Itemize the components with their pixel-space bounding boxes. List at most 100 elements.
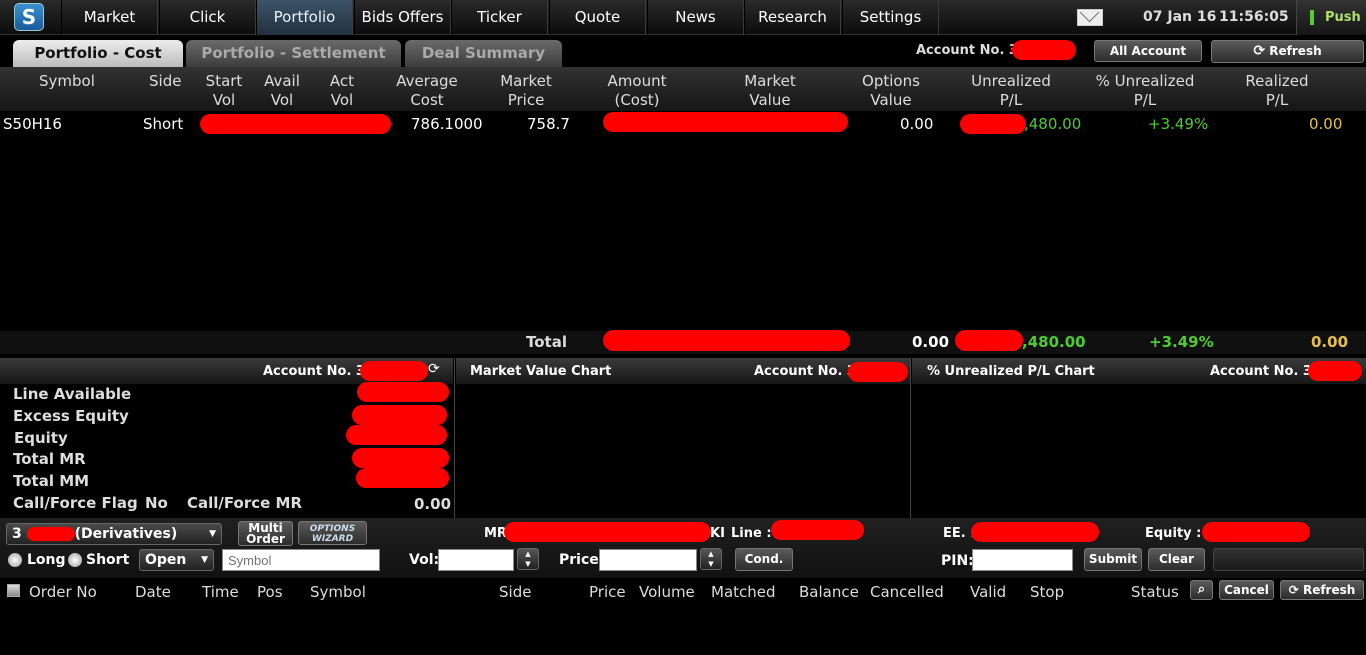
reload-icon[interactable]: ⟳ (428, 361, 440, 377)
tab-deal-summary[interactable]: Deal Summary (405, 40, 562, 67)
position-select[interactable]: Open (139, 549, 214, 571)
call-force-mr-label: Call/Force MR (187, 494, 302, 512)
current-date: 07 Jan 16 (1143, 9, 1217, 25)
call-force-mr-value: 0.00 (414, 495, 452, 513)
cell-realized-pl: 0.00 (1309, 115, 1343, 133)
account-select[interactable]: 3 (Derivatives) (6, 523, 222, 545)
nav-click[interactable]: Click (159, 0, 256, 35)
vol-label: Vol: (409, 552, 440, 568)
redacted (603, 330, 850, 351)
redacted (200, 114, 391, 134)
total-realized-pl: 0.00 (1311, 333, 1349, 351)
nav-quote[interactable]: Quote (549, 0, 646, 35)
top-nav: S Market Click Portfolio Bids Offers Tic… (0, 0, 1366, 35)
nav-market[interactable]: Market (61, 0, 158, 35)
vol-input[interactable] (438, 549, 514, 571)
cond-button[interactable]: Cond. (735, 548, 793, 571)
cell-pct-unrealized-pl: +3.49% (1148, 115, 1209, 133)
tab-portfolio-cost[interactable]: Portfolio - Cost (13, 40, 183, 67)
tab-portfolio-settlement[interactable]: Portfolio - Settlement (186, 40, 401, 67)
long-radio[interactable] (8, 553, 22, 567)
col-status: Status (1131, 583, 1179, 601)
redacted (771, 520, 864, 540)
pl-chart-account-label: Account No. 3 (1210, 364, 1312, 379)
pl-chart-title: % Unrealized P/L Chart (927, 364, 1095, 379)
divider (910, 358, 911, 518)
vol-stepper[interactable]: ▲ ▼ (517, 548, 539, 570)
refresh-icon: ⟳ (1253, 43, 1266, 59)
search-icon[interactable]: ⌕ (1190, 580, 1213, 600)
col-realized-pl: Realized P/L (1245, 72, 1309, 109)
col-date: Date (135, 583, 171, 601)
col-stop: Stop (1030, 583, 1065, 601)
short-radio[interactable] (68, 553, 82, 567)
redacted (960, 114, 1026, 134)
col-symbol: Symbol (39, 72, 95, 90)
col-balance: Balance (799, 583, 859, 601)
refresh-orders-label: Refresh (1302, 583, 1356, 597)
equity-label: Equity (14, 429, 68, 447)
redacted (26, 527, 75, 541)
redacted (352, 405, 447, 425)
redacted (360, 361, 428, 381)
nav-ticker[interactable]: Ticker (451, 0, 548, 35)
total-options-value: 0.00 (912, 333, 950, 351)
refresh-icon: ⟳ (1288, 583, 1299, 597)
refresh-orders-button[interactable]: ⟳ Refresh (1280, 580, 1364, 600)
clear-button[interactable]: Clear (1148, 548, 1205, 571)
ki-label: KI (710, 526, 725, 541)
cancel-order-button[interactable]: Cancel (1219, 580, 1274, 600)
pin-input[interactable] (972, 549, 1073, 571)
portfolio-table-header: Symbol Side Start Vol Avail Vol Act Vol Ave… (0, 67, 1366, 111)
account-summary-panel: Account No. 3 ⟳ Line Available Excess Eq… (0, 358, 453, 518)
total-mr-label: Total MR (13, 450, 86, 468)
redacted (352, 448, 449, 468)
redacted (504, 522, 711, 542)
price-input[interactable] (599, 549, 697, 571)
redacted (955, 330, 1023, 351)
col-amount-cost: Amount (Cost) (607, 72, 667, 109)
nav-research[interactable]: Research (744, 0, 841, 35)
push-button[interactable]: Push (1296, 0, 1366, 35)
redacted (357, 382, 449, 402)
excess-equity-label: Excess Equity (13, 407, 129, 425)
total-unrealized-pl: ,480.00 (1022, 333, 1086, 351)
redacted (971, 522, 1099, 542)
refresh-button[interactable]: ⟳ Refresh (1211, 40, 1364, 63)
cell-symbol: S50H16 (3, 115, 62, 133)
total-label: Total (526, 333, 567, 351)
line-label: Line : (731, 526, 772, 541)
status-display (1213, 548, 1364, 571)
nav-bids-offers[interactable]: Bids Offers (354, 0, 451, 35)
col-cancelled: Cancelled (870, 583, 944, 601)
account-suffix: (Derivatives) (74, 526, 178, 542)
app-logo[interactable]: S (14, 3, 44, 31)
mail-icon[interactable] (1077, 9, 1103, 26)
col-unrealized-pl: Unrealized P/L (971, 72, 1051, 109)
redacted (848, 362, 908, 382)
redacted (1308, 361, 1362, 381)
select-all-checkbox[interactable] (7, 584, 20, 597)
total-mm-label: Total MM (13, 472, 90, 490)
nav-settings[interactable]: Settings (842, 0, 939, 35)
options-wizard-button[interactable]: OPTIONS WIZARD (298, 521, 367, 545)
all-account-button[interactable]: All Account (1094, 40, 1202, 62)
multi-order-button[interactable]: Multi Order (238, 521, 293, 546)
price-stepper[interactable]: ▲ ▼ (700, 548, 722, 570)
submit-button[interactable]: Submit (1084, 548, 1142, 571)
col-order-no: Order No (29, 583, 97, 601)
total-pct-unrealized-pl: +3.49% (1149, 333, 1214, 351)
account-prefix: 3 (12, 526, 22, 542)
nav-portfolio[interactable]: Portfolio (256, 0, 353, 35)
col-order-symbol: Symbol (310, 583, 366, 601)
account-label: Account No. 3 (916, 43, 1018, 58)
cell-average-cost: 786.1000 (411, 115, 483, 133)
line-available-label: Line Available (13, 385, 132, 403)
col-avail-vol: Avail Vol (264, 72, 300, 109)
col-market-price: Market Price (500, 72, 552, 109)
symbol-input[interactable] (222, 549, 380, 571)
nav-news[interactable]: News (647, 0, 744, 35)
col-average-cost: Average Cost (396, 72, 458, 109)
redacted (603, 112, 848, 132)
price-label: Price: (559, 552, 605, 568)
